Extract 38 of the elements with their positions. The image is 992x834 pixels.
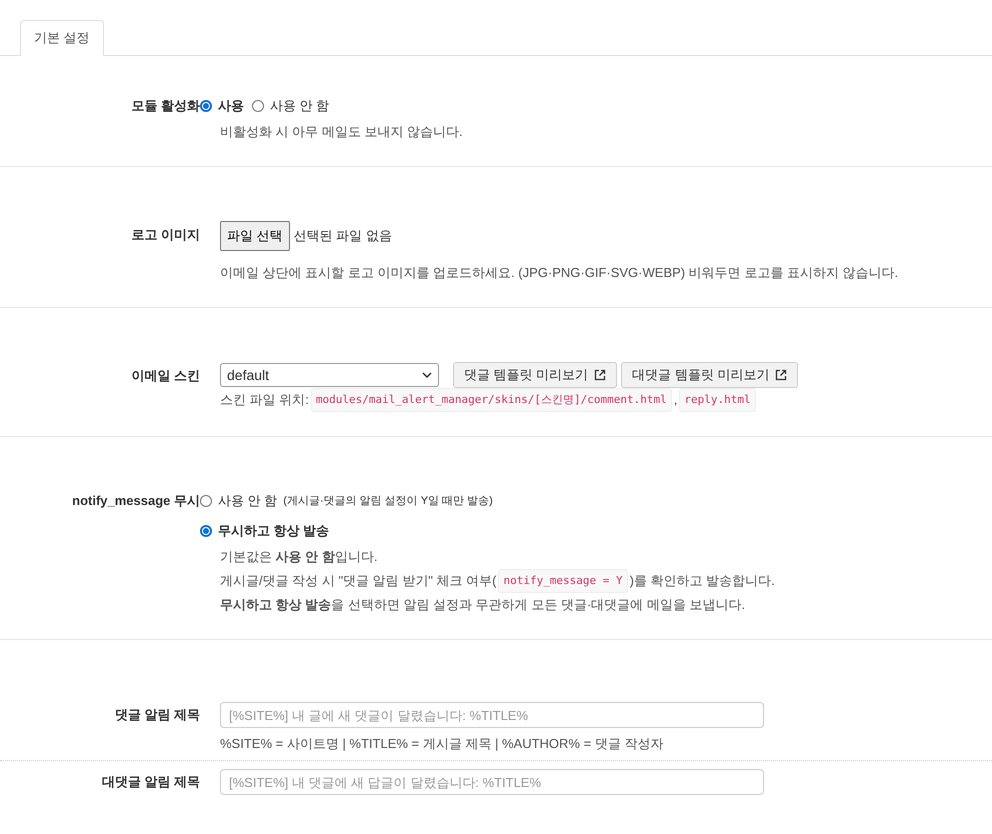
option-label: 사용 [218,97,244,115]
preview-button[interactable]: 댓글 템플릿 미리보기 [453,362,618,388]
hint-text: 기본값은 사용 안 함입니다. [220,548,378,566]
code-snippet: reply.html [679,388,756,412]
chevron-down-icon [422,372,432,378]
hint-text: )를 확인하고 발송합니다. [630,572,775,590]
field-label: 댓글 알림 제목 [114,706,200,724]
hint-text: 무시하고 항상 발송을 선택하면 알림 설정과 무관하게 모든 댓글·대댓글에 메일을 보냅니다. [220,596,746,614]
option-label: 사용 안 함 [270,97,330,115]
option-label: 무시하고 항상 발송 [218,522,330,540]
external-link-icon [594,369,606,381]
field-label: 대댓글 알림 제목 [102,773,200,791]
skin-select[interactable]: default [220,363,439,387]
choose-file-button[interactable]: 파일 선택 [220,221,290,251]
tab[interactable]: 기본 설정 [20,20,104,56]
hint-text: , [674,391,678,409]
radio-button[interactable] [200,100,212,112]
field-label: 모듈 활성화 [131,97,200,115]
file-status: 선택된 파일 없음 [294,227,392,245]
radio-button[interactable] [252,100,264,112]
preview-button[interactable]: 대댓글 템플릿 미리보기 [621,362,798,388]
field-label: 이메일 스킨 [131,367,200,385]
field-label: 로고 이미지 [131,226,200,244]
subject-input[interactable]: [%SITE%] 내 글에 새 댓글이 달렸습니다: %TITLE% [220,702,764,728]
radio-button[interactable] [200,495,212,507]
code-snippet: modules/mail_alert_manager/skins/[스킨명]/comment.html [310,388,672,412]
hint-text: %SITE% = 사이트명 | %TITLE% = 게시글 제목 | %AUTHOR% = 댓글 작성자 [220,735,664,753]
radio-button[interactable] [200,525,212,537]
hint-text: 비활성화 시 아무 메일도 보내지 않습니다. [220,123,463,141]
code-snippet: notify_message = Y [498,569,628,593]
option-label: 사용 안 함 [218,492,278,510]
hint-text: 이메일 상단에 표시할 로고 이미지를 업로드하세요. (JPG·PNG·GIF·SVG·WEBP) 비워두면 로고를 표시하지 않습니다. [220,264,898,282]
subject-input[interactable]: [%SITE%] 내 댓글에 새 답글이 달렸습니다: %TITLE% [220,769,764,795]
field-label: notify_message 무시 [72,492,200,510]
hint-text: 스킨 파일 위치: [220,391,309,409]
external-link-icon [775,369,788,381]
hint-text: 게시글/댓글 작성 시 "댓글 알림 받기" 체크 여부( [220,572,496,590]
option-note: (게시글·댓글의 알림 설정이 Y일 때만 발송) [283,494,493,509]
